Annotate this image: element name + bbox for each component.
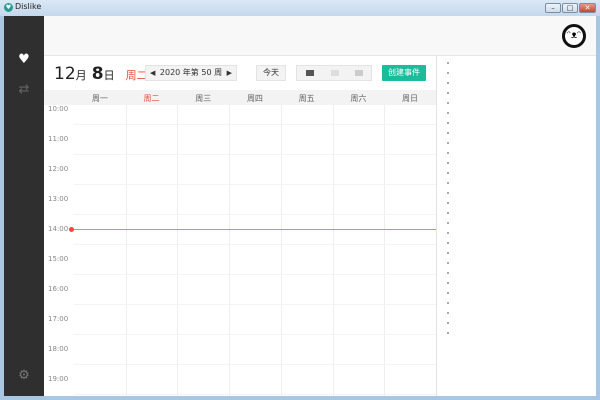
top-header: ᵔᴥᵔ xyxy=(44,16,596,56)
right-panel xyxy=(436,56,596,396)
week-label: 2020 年第 50 周 xyxy=(159,68,223,77)
hour-label: 15:00 xyxy=(48,255,69,263)
weekday-7: 周日 xyxy=(402,94,419,103)
today-button[interactable]: 今天 xyxy=(256,65,286,81)
sync-icon[interactable]: ⇄ xyxy=(16,82,32,98)
month-view-icon[interactable] xyxy=(331,70,339,76)
timeline-dot xyxy=(447,192,449,194)
day-column-divider xyxy=(280,105,282,396)
timeline-dot xyxy=(447,62,449,64)
next-week-icon[interactable]: ▶ xyxy=(227,66,232,80)
minimize-button[interactable]: – xyxy=(545,3,561,13)
timeline-dot xyxy=(447,262,449,264)
timeline-dot xyxy=(447,282,449,284)
timeline-dot xyxy=(447,222,449,224)
hour-label: 14:00 xyxy=(48,225,69,233)
half-hour-line xyxy=(74,364,436,365)
timeline-dot xyxy=(447,312,449,314)
timeline-dot xyxy=(447,202,449,204)
timeline-dot xyxy=(447,152,449,154)
timeline-dot xyxy=(447,212,449,214)
weekday-5: 周五 xyxy=(298,94,315,103)
timeline-dot xyxy=(447,332,449,334)
half-hour-line xyxy=(74,124,436,125)
heart-icon[interactable]: ♥ xyxy=(16,52,32,68)
day-column-divider xyxy=(384,105,386,396)
day-column-divider xyxy=(125,105,127,396)
app-icon: ♥ xyxy=(4,3,13,12)
half-hour-line xyxy=(74,154,436,155)
half-hour-line xyxy=(74,274,436,275)
year-view-icon[interactable] xyxy=(355,70,363,76)
maximize-button[interactable]: □ xyxy=(562,3,578,13)
timeline-dot xyxy=(447,142,449,144)
timeline-dot xyxy=(447,242,449,244)
half-hour-line xyxy=(74,304,436,305)
panda-avatar[interactable]: ᵔᴥᵔ xyxy=(562,24,586,48)
timeline-dot xyxy=(447,132,449,134)
weekday-header: 周一 周二 周三 周四 周五 周六 周日 xyxy=(44,90,436,105)
day-column-divider xyxy=(332,105,334,396)
view-switcher xyxy=(296,65,372,81)
hour-label: 16:00 xyxy=(48,285,69,293)
close-button[interactable]: ✕ xyxy=(579,3,596,13)
timeline-dot xyxy=(447,182,449,184)
half-hour-line xyxy=(74,244,436,245)
week-navigator: ◀ 2020 年第 50 周 ▶ xyxy=(145,65,237,81)
timeline-dot xyxy=(447,112,449,114)
title-bar: ♥ Dislike – □ ✕ xyxy=(0,0,600,16)
timeline-dot xyxy=(447,92,449,94)
current-time-line xyxy=(71,229,436,230)
hour-label: 13:00 xyxy=(48,195,69,203)
hour-label: 17:00 xyxy=(48,315,69,323)
timeline-dot xyxy=(447,82,449,84)
weekday-3: 周三 xyxy=(195,94,212,103)
hour-label: 19:00 xyxy=(48,375,69,383)
timeline-dot xyxy=(447,72,449,74)
weekday-6: 周六 xyxy=(350,94,367,103)
hour-label: 18:00 xyxy=(48,345,69,353)
week-view-icon[interactable] xyxy=(306,70,314,76)
weekday-1: 周一 xyxy=(91,94,108,103)
timeline-dot xyxy=(447,102,449,104)
timeline-dot xyxy=(447,232,449,234)
timeline-dot xyxy=(447,172,449,174)
hour-label: 10:00 xyxy=(48,105,69,113)
day-column-divider xyxy=(177,105,179,396)
half-hour-line xyxy=(74,394,436,395)
hour-label: 11:00 xyxy=(48,135,69,143)
timeline-dot xyxy=(447,322,449,324)
timeline-dot xyxy=(447,122,449,124)
timeline-dot xyxy=(447,272,449,274)
timeline-dot xyxy=(447,252,449,254)
half-hour-line xyxy=(74,214,436,215)
timeline-dot xyxy=(447,162,449,164)
weekday-2: 周二 xyxy=(143,94,160,103)
day-column-divider xyxy=(229,105,231,396)
gear-icon[interactable]: ⚙ xyxy=(16,368,32,384)
app-window: ♥ ⇄ ⚙ ᵔᴥᵔ 12月 8日 周二 ◀ 2020 年第 50 周 ▶ 今天 … xyxy=(4,16,596,396)
half-hour-line xyxy=(74,334,436,335)
current-date: 12月 8日 周二 xyxy=(54,64,148,84)
window-title: Dislike xyxy=(15,2,42,11)
current-time-dot xyxy=(69,227,74,232)
weekday-4: 周四 xyxy=(246,94,263,103)
half-hour-line xyxy=(74,184,436,185)
create-event-button[interactable]: 创建事件 xyxy=(382,65,426,81)
hour-label: 12:00 xyxy=(48,165,69,173)
prev-week-icon[interactable]: ◀ xyxy=(150,66,155,80)
timeline-dot xyxy=(447,292,449,294)
timeline-dot xyxy=(447,302,449,304)
calendar-week-view: 12月 8日 周二 ◀ 2020 年第 50 周 ▶ 今天 创建事件 周一 周二周… xyxy=(44,56,436,396)
sidebar: ♥ ⇄ ⚙ xyxy=(4,16,44,396)
